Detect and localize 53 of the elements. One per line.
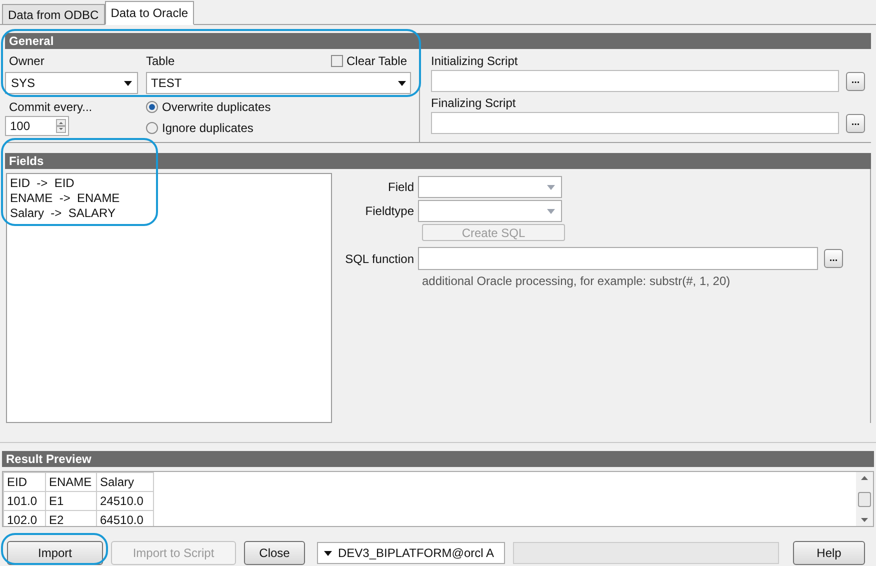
clear-table-checkbox[interactable]: Clear Table [330, 52, 411, 70]
action-button[interactable]: Close [244, 541, 305, 565]
table-cell: 102.0 [4, 510, 46, 526]
table-cell: E1 [46, 492, 96, 510]
table-dropdown[interactable]: TEST [146, 72, 411, 94]
browse-button[interactable]: ... [846, 72, 865, 90]
section-header: Result Preview [2, 451, 874, 467]
column-header: Salary [96, 472, 154, 492]
field-mapping-list[interactable]: EID -> EID ENAME -> ENAME Salary -> SALARY [6, 173, 332, 423]
field-dropdown[interactable] [418, 176, 562, 198]
caret-icon [124, 80, 132, 86]
field-label: Commit every... [8, 99, 94, 116]
field-dropdown[interactable] [418, 200, 562, 222]
table-cell: 24510.0 [96, 492, 154, 510]
field-label: Table [146, 53, 175, 70]
help-button[interactable]: Help [793, 541, 865, 565]
column-header: ENAME [46, 472, 96, 492]
action-button[interactable]: Import [7, 541, 103, 565]
section-header: General [5, 33, 871, 49]
caret-icon [547, 184, 555, 190]
mapping-item[interactable]: ENAME -> ENAME [10, 191, 328, 206]
tab[interactable]: Data to Oracle [104, 1, 194, 25]
table-cell: 101.0 [4, 492, 46, 510]
field-label: Fieldtype [364, 203, 415, 220]
commit-spinner[interactable]: 100 [5, 116, 69, 136]
script-field[interactable] [431, 70, 839, 92]
owner-dropdown[interactable]: SYS [5, 72, 138, 94]
duplicates-radio[interactable]: Ignore duplicates [146, 119, 271, 137]
tab[interactable]: Data from ODBC [2, 4, 105, 25]
spinner-arrows-icon [56, 119, 66, 133]
caret-icon [324, 550, 332, 556]
mapping-item[interactable]: Salary -> SALARY [10, 206, 328, 221]
connection-dropdown[interactable]: DEV3_BIPLATFORM@orcl A [317, 542, 505, 564]
browse-button[interactable]: ... [846, 114, 865, 132]
field-label: Finalizing Script [431, 95, 517, 112]
column-header: EID [4, 472, 46, 492]
field-label: Initializing Script [431, 53, 519, 70]
section-header: Fields [5, 153, 871, 169]
browse-button[interactable]: ... [824, 249, 843, 268]
script-field[interactable] [431, 112, 839, 134]
field-label: Owner [8, 53, 46, 70]
hint-text: additional Oracle processing, for example: substr(#, 1, 20) [421, 273, 732, 290]
mapping-item[interactable]: EID -> EID [10, 176, 328, 191]
field-label: SQL function [344, 250, 415, 268]
caret-icon [398, 80, 406, 86]
field-label: Field [386, 179, 415, 196]
scrollbar-thumb[interactable] [858, 492, 871, 506]
scrollbar[interactable] [856, 472, 873, 526]
caret-icon [547, 208, 555, 214]
duplicates-radio[interactable]: Overwrite duplicates [146, 98, 271, 116]
sql-function-field[interactable] [418, 247, 818, 270]
up-arrow-icon [861, 476, 868, 480]
down-arrow-icon [861, 518, 868, 522]
